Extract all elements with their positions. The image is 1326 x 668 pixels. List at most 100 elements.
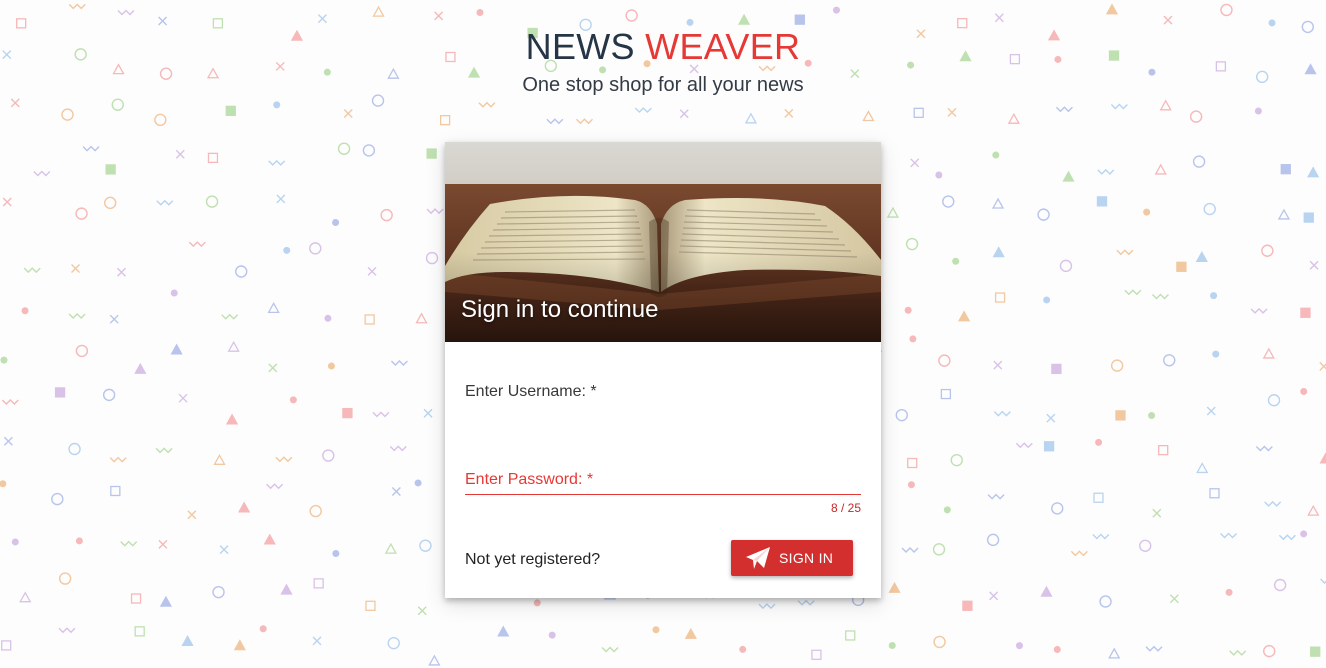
sign-in-label: SIGN IN (779, 550, 834, 566)
background-confetti-shape (110, 485, 121, 497)
background-confetti-shape (365, 600, 376, 611)
background-confetti-shape (1300, 387, 1308, 395)
background-confetti-shape (116, 267, 126, 277)
background-confetti-shape (901, 546, 919, 553)
username-input[interactable] (465, 404, 861, 430)
background-confetti-shape (932, 543, 946, 556)
background-confetti-shape (102, 388, 116, 402)
background-confetti-shape (188, 241, 206, 248)
background-confetti-shape (888, 581, 901, 593)
background-confetti-shape (1108, 647, 1121, 659)
background-confetti-shape (156, 199, 174, 206)
background-confetti-shape (423, 408, 433, 418)
background-confetti-shape (1096, 196, 1108, 207)
background-confetti-shape (1124, 289, 1142, 296)
background-confetti-shape (1169, 594, 1179, 604)
background-confetti-shape (1062, 170, 1075, 182)
background-confetti-shape (1051, 363, 1062, 375)
background-confetti-shape (895, 408, 908, 422)
background-confetti-shape (1254, 107, 1262, 115)
background-confetti-shape (212, 585, 225, 599)
background-confetti-shape (275, 456, 293, 463)
background-confetti-shape (1115, 410, 1126, 421)
background-confetti-shape (332, 218, 340, 226)
background-confetti-shape (1059, 259, 1073, 273)
background-confetti-shape (1262, 347, 1275, 359)
background-confetti-shape (273, 101, 281, 109)
background-confetti-shape (548, 631, 556, 639)
background-confetti-shape (1300, 307, 1311, 318)
background-confetti-shape (327, 362, 335, 370)
background-confetti-shape (426, 148, 437, 159)
background-confetti-shape (1220, 532, 1238, 539)
background-confetti-shape (1229, 649, 1247, 656)
background-confetti-shape (259, 625, 267, 633)
background-confetti-shape (1148, 412, 1156, 420)
password-underline (465, 494, 861, 495)
background-confetti-shape (1277, 208, 1291, 220)
background-confetti-shape (23, 267, 41, 274)
background-confetti-shape (391, 486, 401, 496)
background-confetti-shape (227, 340, 240, 352)
background-confetti-shape (1055, 106, 1073, 113)
background-confetti-shape (947, 107, 957, 117)
background-confetti-shape (1303, 212, 1314, 223)
background-confetti-shape (1261, 244, 1274, 257)
app-subtitle: One stop shop for all your news (522, 74, 804, 96)
password-input[interactable] (465, 467, 861, 493)
background-confetti-shape (907, 481, 915, 489)
background-confetti-shape (155, 447, 173, 454)
paper-plane-icon (746, 547, 770, 569)
background-confetti-shape (1097, 168, 1115, 175)
background-confetti-shape (109, 314, 119, 324)
background-confetti-shape (419, 539, 432, 552)
background-confetti-shape (1152, 508, 1162, 518)
background-confetti-shape (1158, 444, 1169, 456)
background-confetti-shape (68, 3, 86, 10)
background-confetti-shape (268, 363, 278, 373)
background-confetti-shape (187, 510, 197, 520)
background-confetti-shape (309, 242, 322, 255)
card-header-image: Sign in to continue (445, 142, 881, 342)
background-confetti-shape (943, 506, 951, 514)
background-confetti-shape (1300, 530, 1308, 538)
background-confetti-shape (1070, 550, 1088, 557)
background-confetti-shape (417, 606, 427, 616)
background-confetti-shape (289, 396, 297, 404)
background-confetti-shape (1307, 504, 1320, 516)
sign-in-button[interactable]: SIGN IN (731, 540, 853, 576)
background-confetti-shape (1203, 202, 1216, 216)
background-confetti-shape (235, 265, 248, 278)
background-confetti-shape (58, 572, 72, 585)
background-confetti-shape (207, 152, 219, 164)
background-confetti-shape (225, 413, 239, 425)
background-confetti-shape (986, 533, 1000, 547)
background-confetti-shape (1051, 502, 1064, 515)
background-confetti-shape (389, 445, 407, 452)
background-confetti-shape (950, 453, 963, 467)
background-confetti-shape (1043, 296, 1051, 304)
background-confetti-shape (170, 343, 183, 355)
background-confetti-shape (992, 151, 1000, 159)
background-confetti-shape (758, 603, 776, 610)
background-confetti-shape (0, 356, 8, 364)
background-confetti-shape (811, 649, 822, 660)
background-confetti-shape (1092, 533, 1110, 540)
background-confetti-shape (263, 533, 276, 545)
background-confetti-shape (19, 591, 32, 603)
background-confetti-shape (497, 625, 510, 637)
background-confetti-shape (390, 360, 408, 367)
background-confetti-shape (159, 595, 173, 607)
background-confetti-shape (1154, 163, 1167, 175)
background-confetti-shape (75, 344, 89, 358)
background-confetti-shape (219, 545, 229, 555)
background-confetti-shape (1280, 164, 1291, 175)
background-confetti-shape (170, 289, 178, 297)
background-confetti-shape (439, 114, 451, 126)
register-link[interactable]: Not yet registered? (465, 551, 600, 569)
background-confetti-shape (1, 398, 19, 405)
background-confetti-shape (434, 11, 444, 21)
background-confetti-shape (904, 306, 912, 314)
background-confetti-shape (533, 599, 541, 607)
background-confetti-shape (1176, 261, 1187, 272)
